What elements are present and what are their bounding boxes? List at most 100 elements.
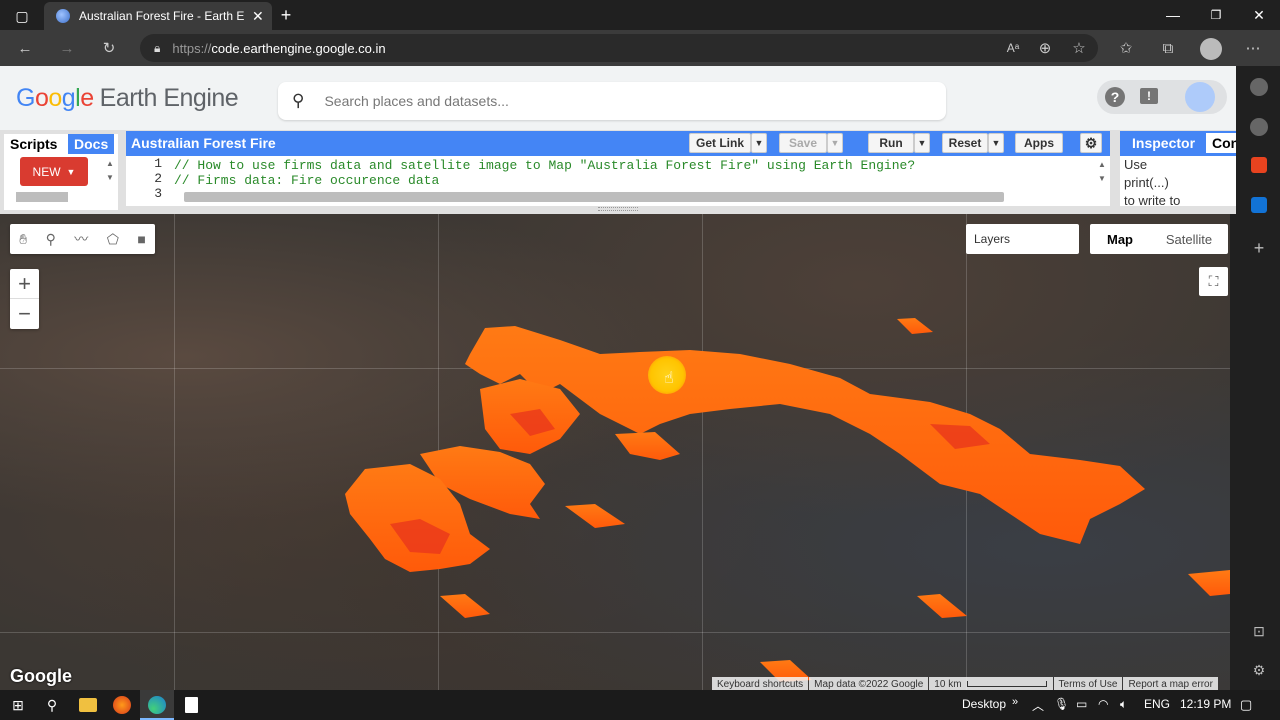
save-dropdown-icon[interactable]: ▼ — [827, 133, 843, 153]
search-input[interactable] — [324, 93, 885, 109]
google-map-logo: Google — [10, 666, 72, 686]
run-dropdown-icon[interactable]: ▼ — [914, 133, 930, 153]
fire-overlay — [345, 318, 1230, 682]
clock[interactable]: 12:19 PM — [1180, 697, 1231, 711]
get-link-dropdown-icon[interactable]: ▼ — [751, 133, 767, 153]
pan-hand-icon[interactable]: ✋︎ — [19, 231, 27, 248]
url-host: code.earthengine.google.co.in — [211, 40, 386, 56]
favorites-icon[interactable]: ✩ — [1113, 35, 1139, 61]
scale-bar[interactable]: 10 km — [929, 677, 1053, 691]
close-tab-icon[interactable]: ✕ — [252, 8, 264, 25]
add-favorite-icon[interactable]: ☆ — [1066, 35, 1092, 61]
run-button[interactable]: Run — [868, 133, 914, 153]
keyboard-shortcuts-link[interactable]: Keyboard shortcuts — [712, 677, 809, 691]
volume-icon[interactable]: 🔈︎ — [1120, 697, 1127, 712]
editor-vscroll-icon[interactable]: ▲ ▼ — [1096, 158, 1108, 186]
minimize-icon[interactable]: — — [1162, 4, 1184, 26]
settings-gear-icon[interactable]: ⚙ — [1080, 133, 1102, 153]
collections-icon[interactable]: ⧉ — [1155, 35, 1181, 61]
url-protocol: https:// — [172, 40, 212, 56]
zoom-out-button[interactable]: − — [10, 299, 39, 329]
wifi-icon[interactable]: ◠ — [1098, 697, 1108, 711]
sidebar-search-icon[interactable] — [1250, 78, 1268, 96]
notepad-icon[interactable] — [185, 697, 198, 713]
back-icon[interactable]: ← — [12, 35, 38, 61]
language-indicator[interactable]: ENG — [1144, 697, 1170, 711]
add-marker-icon[interactable]: ⚲ — [46, 231, 56, 248]
sidebar-shopping-icon[interactable] — [1250, 118, 1268, 136]
outlook-icon[interactable] — [1251, 197, 1267, 213]
code-line[interactable]: // How to use firms data and satellite i… — [174, 158, 915, 173]
fire-patch — [440, 594, 490, 618]
profile-icon[interactable] — [1200, 38, 1222, 60]
report-error-link[interactable]: Report a map error — [1123, 677, 1218, 691]
zoom-icon[interactable]: ⊕ — [1032, 35, 1058, 61]
toolbar-expand-icon[interactable]: » — [1012, 696, 1018, 708]
map-type-satellite[interactable]: Satellite — [1150, 224, 1228, 254]
tab-docs[interactable]: Docs — [68, 134, 115, 154]
new-tab-icon[interactable]: + — [276, 4, 296, 26]
search-box[interactable]: ⚲ — [278, 82, 946, 120]
reset-button[interactable]: Reset — [942, 133, 988, 153]
header-icons: ? ! — [1097, 80, 1227, 114]
firefox-icon[interactable] — [113, 696, 131, 714]
left-scrollbar[interactable] — [16, 192, 68, 202]
sidebar-add-icon[interactable]: + — [1248, 238, 1270, 258]
hide-sidebar-icon[interactable]: ⊡ — [1248, 621, 1270, 641]
desktop-label[interactable]: Desktop — [962, 697, 1006, 711]
map-canvas[interactable] — [0, 214, 1230, 690]
resize-handle[interactable] — [598, 207, 638, 211]
taskbar-search-icon[interactable]: ⚲ — [42, 695, 62, 715]
read-aloud-icon[interactable]: Aᵃ — [1000, 35, 1026, 61]
notifications-icon[interactable]: ▢ — [1240, 697, 1252, 713]
scale-bar-line — [966, 681, 1047, 687]
sidebar-settings-icon[interactable]: ⚙ — [1248, 660, 1270, 680]
office-icon[interactable] — [1251, 157, 1267, 173]
apps-button[interactable]: Apps — [1015, 133, 1063, 153]
close-window-icon[interactable]: ✕ — [1248, 4, 1270, 26]
address-bar[interactable]: 🔒︎ https://code.earthengine.google.co.in — [140, 34, 1098, 62]
line-number: 2 — [154, 171, 162, 186]
new-button-label: NEW — [32, 164, 61, 179]
account-avatar[interactable] — [1185, 82, 1215, 112]
terms-link[interactable]: Terms of Use — [1053, 677, 1123, 691]
edge-icon — [148, 696, 166, 714]
left-scroll-icon[interactable]: ▲ ▼ — [104, 157, 116, 185]
tab-actions-icon[interactable]: ▢ — [12, 6, 32, 26]
fire-patch — [465, 326, 1145, 544]
tab-title: Australian Forest Fire - Earth Eng — [79, 9, 244, 23]
new-button[interactable]: NEW ▼ — [20, 157, 88, 186]
zoom-control: + − — [10, 269, 39, 329]
tab-console[interactable]: Con — [1206, 133, 1236, 153]
code-line[interactable]: // Firms data: Fire occurence data — [174, 173, 439, 188]
refresh-icon[interactable]: ↻ — [96, 35, 122, 61]
draw-line-icon[interactable]: 〰 — [74, 229, 88, 249]
save-button[interactable]: Save — [779, 133, 827, 153]
fire-patch — [1188, 570, 1230, 596]
get-link-button[interactable]: Get Link — [689, 133, 751, 153]
tray-chevron-icon[interactable]: ︿ — [1032, 697, 1044, 714]
editor-horizontal-scrollbar[interactable] — [184, 192, 1004, 202]
forward-icon[interactable]: → — [54, 35, 80, 61]
browser-tab[interactable]: Australian Forest Fire - Earth Eng ✕ — [44, 2, 272, 30]
windows-start-icon[interactable]: ⊞ — [8, 695, 28, 715]
battery-icon[interactable]: ▭ — [1076, 697, 1087, 711]
zoom-in-button[interactable]: + — [10, 269, 39, 299]
drawing-tools: ✋︎ ⚲ 〰 ⬠ ■ — [10, 224, 155, 254]
more-icon[interactable]: ⋯ — [1240, 35, 1266, 61]
layers-button[interactable]: Layers — [966, 224, 1079, 254]
tab-inspector[interactable]: Inspector — [1126, 133, 1201, 153]
reset-dropdown-icon[interactable]: ▼ — [988, 133, 1004, 153]
file-explorer-icon[interactable] — [79, 698, 97, 712]
fire-patch — [615, 432, 680, 460]
feedback-icon[interactable]: ! — [1140, 88, 1158, 104]
map-type-map[interactable]: Map — [1090, 224, 1150, 254]
microphone-icon[interactable]: 🎙︎ — [1054, 697, 1069, 711]
restore-icon[interactable]: ❐ — [1205, 4, 1227, 26]
draw-rectangle-icon[interactable]: ■ — [137, 231, 145, 247]
draw-polygon-icon[interactable]: ⬠ — [107, 231, 119, 248]
tab-scripts[interactable]: Scripts — [4, 134, 64, 154]
help-icon[interactable]: ? — [1105, 87, 1125, 107]
fullscreen-icon[interactable]: ⛶ — [1199, 267, 1228, 296]
earth-engine-logo[interactable]: Google Earth Engine — [16, 84, 239, 113]
